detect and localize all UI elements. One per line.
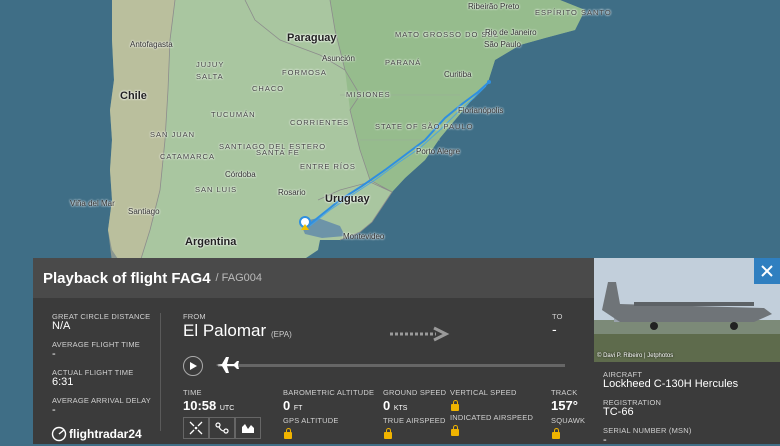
expand-icon [189, 421, 203, 435]
map-label-city: Rio de Janeiro [485, 28, 537, 37]
radar-icon [51, 426, 67, 442]
time-value: 10:58 UTC [183, 398, 235, 413]
gs-label: GROUND SPEED [383, 388, 447, 397]
map-label-city: Córdoba [225, 170, 256, 179]
map-label-state: FORMOSA [282, 68, 327, 77]
map-label-country: Paraguay [287, 32, 337, 44]
brand-name: flightradar24 [69, 427, 142, 441]
panel-title: Playback of flight FAG4 [43, 269, 211, 287]
play-button[interactable] [183, 356, 203, 376]
map-label-city: Montevideo [343, 232, 385, 241]
map-label-state: SANTA FE [256, 148, 300, 157]
lock-icon[interactable] [284, 428, 292, 439]
map-label-city: Santiago [128, 207, 160, 216]
close-icon [761, 265, 773, 277]
aircraft-photo[interactable]: © Davi P. Ribeiro | Jetphotos [594, 258, 780, 362]
tas-label: TRUE AIRSPEED [383, 416, 446, 425]
stat-label: AVERAGE FLIGHT TIME [52, 340, 140, 349]
to-value: - [552, 321, 557, 337]
aircraft-value: Lockheed C-130H Hercules [603, 378, 739, 390]
map-label-city: Porto Alegre [416, 147, 461, 156]
map-label-state: MATO GROSSO DO SUL [395, 30, 499, 39]
serial-label: SERIAL NUMBER (MSN) [603, 426, 692, 435]
vs-label: VERTICAL SPEED [450, 388, 517, 397]
map-label-country: Uruguay [325, 193, 370, 205]
aircraft-card: © Davi P. Ribeiro | Jetphotos AIRCRAFT L… [594, 258, 780, 446]
from-label: FROM [183, 312, 206, 321]
lock-icon[interactable] [451, 400, 459, 411]
flight-playback-panel: Playback of flight FAG4 / FAG004 GREAT C… [33, 258, 594, 444]
stat-value: - [52, 404, 56, 416]
map-label-state: ENTRE RÍOS [300, 162, 356, 171]
stat-label: AVERAGE ARRIVAL DELAY [52, 396, 151, 405]
route-arrow-icon [390, 326, 450, 342]
gps-label: GPS ALTITUDE [283, 416, 339, 425]
stat-value: N/A [52, 320, 71, 332]
playback-slider[interactable] [218, 364, 565, 367]
aircraft-image [594, 258, 780, 362]
map-label-state: PARANÁ [385, 58, 422, 67]
ias-label: INDICATED AIRSPEED [450, 413, 534, 422]
panel-subtitle: / FAG004 [215, 272, 263, 284]
panel-header: Playback of flight FAG4 / FAG004 [33, 258, 594, 298]
map-label-city: Rosario [278, 188, 306, 197]
squawk-label: SQUAWK [551, 416, 586, 425]
map-label-city: São Paulo [484, 40, 521, 49]
map-label-country: Chile [120, 90, 147, 102]
registration-value: TC-66 [603, 406, 634, 418]
map-label-state: CORRIENTES [290, 118, 350, 127]
baro-label: BAROMETRIC ALTITUDE [283, 388, 375, 397]
map-label-city: Asunción [322, 54, 355, 63]
map-label-city: Antofagasta [130, 40, 173, 49]
map-label-state: ESPÍRITO SANTO [535, 8, 612, 17]
to-label: TO [552, 312, 563, 321]
map-label-state: JUJUY [196, 60, 225, 69]
lock-icon[interactable] [552, 428, 560, 439]
time-label: TIME [183, 388, 202, 397]
follow-button[interactable] [183, 417, 209, 439]
map-label-city: Florianópolis [458, 106, 504, 115]
map-label-city: Curitiba [444, 70, 472, 79]
track-value: 157° [551, 398, 578, 413]
map-label-state: SALTA [196, 72, 224, 81]
serial-value: - [603, 434, 607, 446]
map-label-country: Argentina [185, 236, 237, 248]
baro-value: 0 FT [283, 398, 303, 413]
stat-value: 6:31 [52, 376, 74, 388]
map-label-state: SAN LUIS [195, 185, 238, 194]
divider [160, 313, 161, 431]
map-label-state: CHACO [252, 84, 285, 93]
photo-credit: © Davi P. Ribeiro | Jetphotos [597, 353, 674, 359]
map-label-state: CATAMARCA [160, 152, 215, 161]
flightradar24-logo[interactable]: flightradar24 [51, 426, 142, 442]
route-icon [215, 422, 229, 434]
chart-icon [242, 424, 254, 433]
route-button[interactable] [209, 417, 235, 439]
close-button[interactable] [754, 258, 780, 284]
play-icon [190, 362, 197, 370]
from-code: (EPA) [271, 330, 292, 339]
map-label-state: TUCUMÁN [211, 110, 256, 119]
lock-icon[interactable] [451, 425, 459, 436]
map-label-state: STATE OF SÃO PAULO [375, 122, 474, 131]
plane-progress-icon[interactable] [214, 354, 240, 376]
map-label-state: MISIONES [346, 90, 391, 99]
lock-icon[interactable] [384, 428, 392, 439]
track-label: TRACK [551, 388, 578, 397]
map-label-state: SAN JUAN [150, 130, 196, 139]
from-city: El Palomar [183, 321, 267, 340]
graph-button[interactable] [235, 417, 261, 439]
stat-value: - [52, 348, 56, 360]
gs-value: 0 KTS [383, 398, 408, 413]
map-label-city: Viña del Mar [70, 199, 115, 208]
map-label-city: Ribeirão Preto [468, 2, 520, 11]
